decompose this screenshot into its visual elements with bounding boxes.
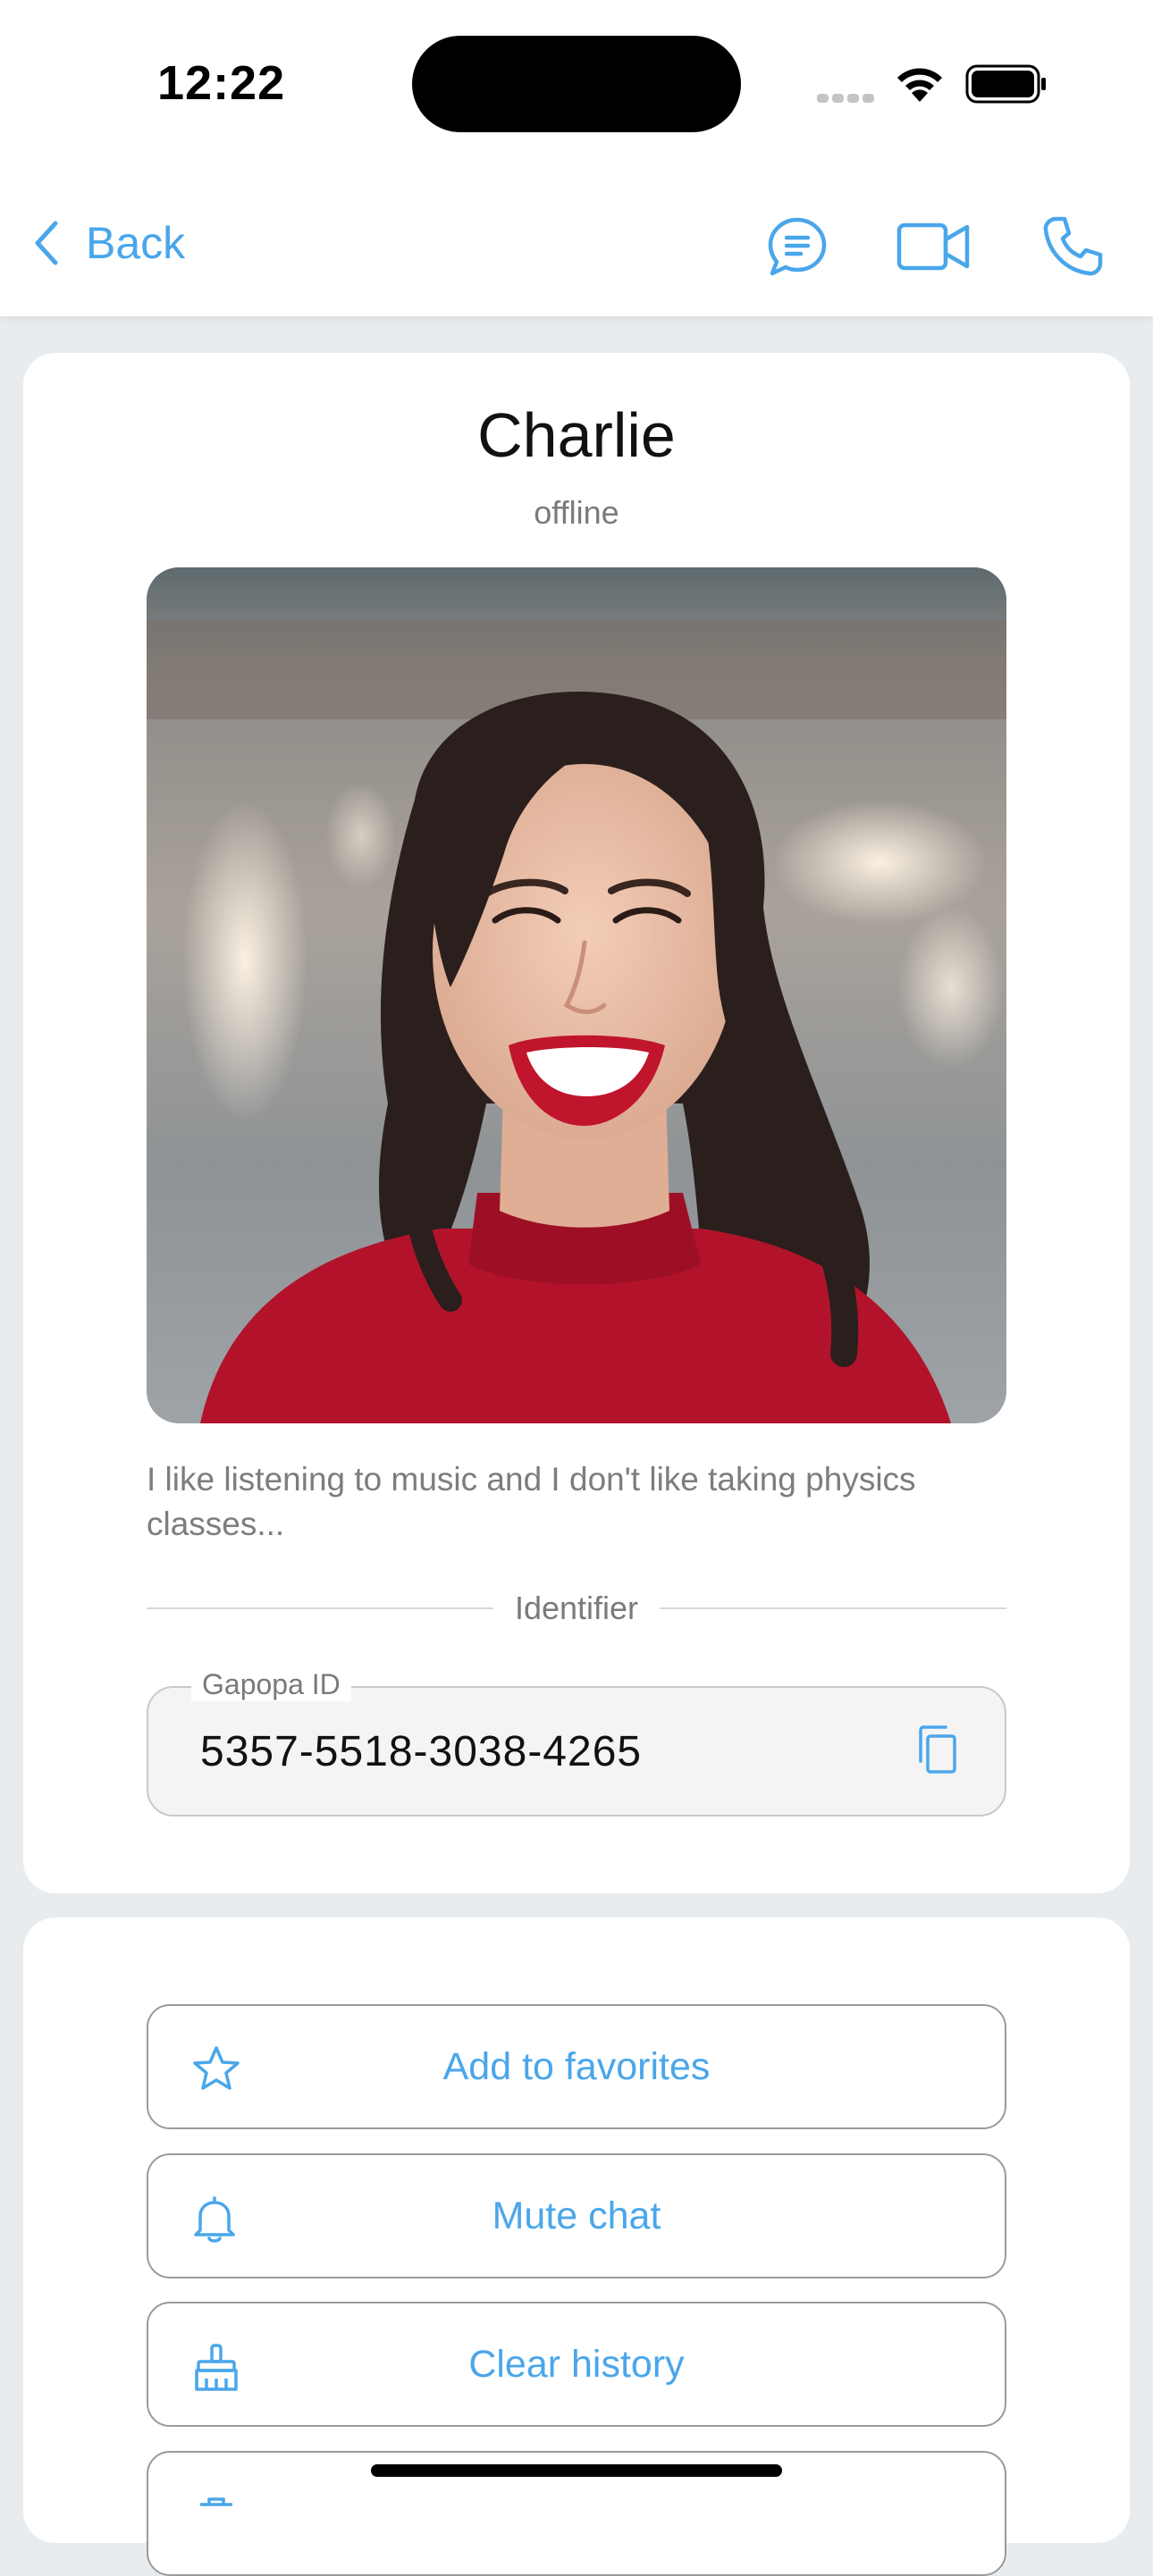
profile-photo[interactable] [147, 567, 1006, 1423]
bio-text: I like listening to music and I don't li… [147, 1461, 916, 1542]
action-icon-partial [200, 2497, 232, 2506]
contact-name: Charlie [477, 400, 676, 470]
phone-icon [1043, 216, 1103, 276]
status-time: 12:22 [157, 56, 286, 110]
copy-icon[interactable] [913, 1725, 958, 1775]
back-label: Back [86, 218, 186, 268]
video-call-button[interactable] [890, 204, 976, 289]
cellular-signal-icon [817, 91, 878, 107]
divider-line-left [147, 1607, 493, 1609]
identifier-section-label: Identifier [514, 1590, 639, 1626]
battery-icon [965, 64, 1046, 104]
video-call-icon [896, 222, 970, 271]
profile-card: Charlie offline I like listening to musi… [23, 353, 1130, 1893]
gapopa-id-value[interactable]: 5357-5518-3038-4265 [200, 1727, 642, 1776]
clear-history-label: Clear history [468, 2342, 685, 2386]
clear-history-button[interactable]: Clear history [147, 2302, 1006, 2427]
navigation-bar: Back [0, 168, 1153, 316]
divider-line-right [660, 1607, 1007, 1609]
chat-icon [768, 217, 827, 276]
status-bar: 12:22 [0, 0, 1153, 168]
gapopa-id-label: Gapopa ID [191, 1668, 351, 1701]
mute-chat-label: Mute chat [492, 2194, 661, 2237]
add-to-favorites-button[interactable]: Add to favorites [147, 2004, 1006, 2129]
contact-status: offline [534, 494, 619, 531]
phone-call-button[interactable] [1030, 204, 1115, 289]
chevron-left-icon [35, 221, 58, 265]
back-button[interactable]: Back [32, 207, 185, 279]
gapopa-id-field[interactable]: Gapopa ID 5357-5518-3038-4265 [147, 1668, 1006, 1817]
chat-button[interactable] [754, 204, 840, 289]
mute-chat-button[interactable]: Mute chat [147, 2153, 1006, 2278]
dynamic-island [412, 36, 741, 132]
home-indicator[interactable] [371, 2464, 782, 2477]
add-to-favorites-label: Add to favorites [442, 2044, 711, 2088]
identifier-divider: Identifier [147, 1586, 1007, 1631]
actions-card: Add to favorites Mute chat Clear history [23, 1917, 1130, 2576]
wifi-icon [897, 68, 942, 102]
